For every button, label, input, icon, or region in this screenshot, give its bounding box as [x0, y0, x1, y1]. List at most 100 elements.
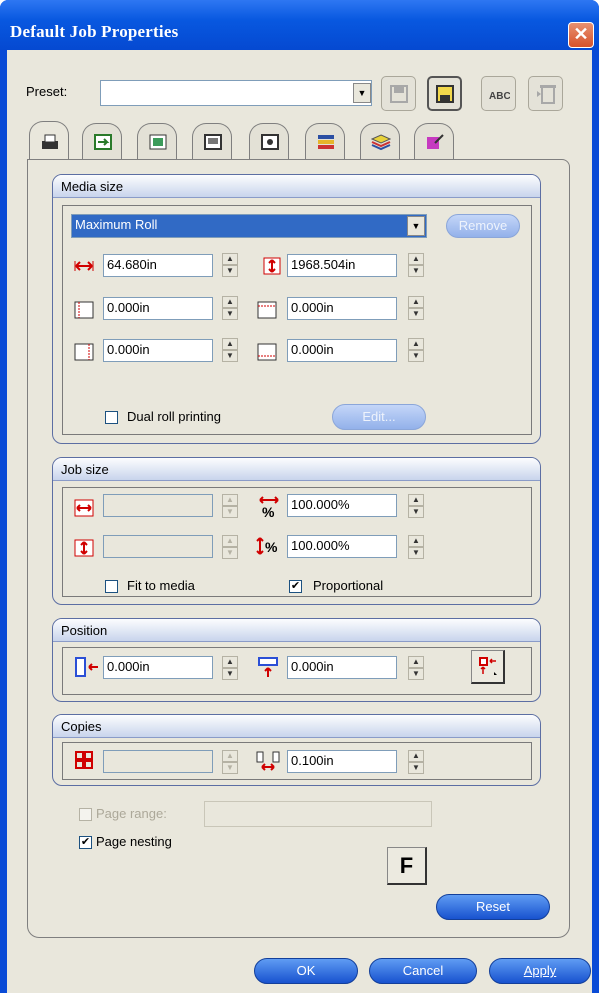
- margin-bottom-icon: [257, 343, 277, 361]
- margin-right-input[interactable]: 0.000in: [103, 339, 213, 362]
- position-title: Position: [61, 623, 108, 638]
- scale-y-spinner[interactable]: ▲ ▼: [408, 535, 424, 560]
- margin-bottom-value: 0.000in: [291, 342, 334, 357]
- tab-layers[interactable]: [360, 123, 400, 159]
- position-y-input[interactable]: 0.000in: [287, 656, 397, 679]
- media-size-title: Media size: [61, 179, 124, 194]
- media-dropdown-arrow[interactable]: ▼: [407, 216, 425, 236]
- copy-spacing-spinner[interactable]: ▲ ▼: [408, 750, 424, 775]
- anchor-icon: [479, 657, 497, 675]
- scale-x-input[interactable]: 100.000%: [287, 494, 397, 517]
- tab-general[interactable]: [29, 121, 69, 161]
- media-size-dropdown[interactable]: Maximum Roll: [71, 214, 427, 238]
- media-height-value: 1968.504in: [291, 257, 356, 272]
- media-width-input[interactable]: 64.680in: [103, 254, 213, 277]
- copy-spacing-input[interactable]: 0.100in: [287, 750, 397, 773]
- tab-stripes[interactable]: [305, 123, 345, 159]
- copies-grid-icon: [75, 751, 93, 769]
- copies-header: Copies: [53, 715, 540, 738]
- tab-color[interactable]: [137, 123, 177, 159]
- copy-spacing-icon: [256, 751, 280, 771]
- rename-preset-button[interactable]: ABC: [481, 76, 516, 111]
- fit-to-media-checkbox[interactable]: [105, 580, 118, 593]
- margin-left-input[interactable]: 0.000in: [103, 297, 213, 320]
- margin-right-value: 0.000in: [107, 342, 150, 357]
- y-offset-icon: [258, 657, 278, 677]
- dual-roll-checkbox[interactable]: [105, 411, 118, 424]
- floppy-icon: [436, 85, 454, 103]
- page-icon: [204, 134, 222, 150]
- media-width-value: 64.680in: [107, 257, 157, 272]
- close-button[interactable]: ✕: [568, 22, 594, 48]
- margin-left-spinner[interactable]: ▲ ▼: [222, 296, 238, 321]
- tab-color-edit[interactable]: [414, 123, 454, 159]
- preset-dropdown-arrow[interactable]: ▼: [353, 83, 371, 103]
- job-height-spinner: ▲ ▼: [222, 535, 238, 560]
- media-size-selected: Maximum Roll: [75, 217, 158, 232]
- position-anchor-button[interactable]: [471, 650, 505, 684]
- tab-layout[interactable]: [82, 123, 122, 159]
- preset-combo[interactable]: [100, 80, 372, 106]
- trash-icon: [537, 85, 556, 104]
- page-range-label: Page range:: [96, 806, 167, 821]
- abc-icon: ABC: [489, 91, 510, 102]
- apply-button[interactable]: Apply: [489, 958, 591, 984]
- proportional-checkmark: ✔: [290, 580, 301, 592]
- page-range-input: [204, 801, 432, 827]
- position-x-input[interactable]: 0.000in: [103, 656, 213, 679]
- save-preset-button[interactable]: [427, 76, 462, 111]
- tab-marks[interactable]: [249, 123, 289, 159]
- nesting-settings-button[interactable]: F: [387, 847, 427, 885]
- media-size-frame: [62, 205, 532, 435]
- position-x-value: 0.000in: [107, 659, 150, 674]
- scale-x-spinner[interactable]: ▲ ▼: [408, 494, 424, 519]
- margin-top-spinner[interactable]: ▲ ▼: [408, 296, 424, 321]
- position-y-value: 0.000in: [291, 659, 334, 674]
- position-x-spinner[interactable]: ▲ ▼: [222, 656, 238, 681]
- margin-right-icon: [74, 343, 94, 361]
- scale-width-icon: %: [259, 496, 279, 518]
- margin-bottom-input[interactable]: 0.000in: [287, 339, 397, 362]
- cancel-button[interactable]: Cancel: [369, 958, 477, 984]
- dual-roll-label: Dual roll printing: [127, 409, 221, 424]
- margin-top-value: 0.000in: [291, 300, 334, 315]
- position-header: Position: [53, 619, 540, 642]
- margin-bottom-spinner[interactable]: ▲ ▼: [408, 338, 424, 363]
- scale-height-icon: %: [256, 537, 278, 555]
- image-icon: [149, 134, 167, 150]
- margin-top-icon: [257, 301, 277, 319]
- job-height-input: [103, 535, 213, 558]
- margin-left-value: 0.000in: [107, 300, 150, 315]
- crop-marks-icon: [261, 134, 279, 150]
- copy-spacing-value: 0.100in: [291, 753, 334, 768]
- floppy-icon: [390, 85, 408, 103]
- job-size-header: Job size: [53, 458, 540, 481]
- width-arrow-icon: [74, 261, 94, 271]
- job-size-title: Job size: [61, 462, 109, 477]
- tab-print[interactable]: [192, 123, 232, 159]
- margin-right-spinner[interactable]: ▲ ▼: [222, 338, 238, 363]
- layout-icon: [94, 134, 112, 150]
- margin-top-input[interactable]: 0.000in: [287, 297, 397, 320]
- position-y-spinner[interactable]: ▲ ▼: [408, 656, 424, 681]
- media-height-spinner[interactable]: ▲ ▼: [408, 253, 424, 278]
- job-width-spinner: ▲ ▼: [222, 494, 238, 519]
- scale-y-value: 100.000%: [291, 538, 350, 553]
- page-nesting-checkbox[interactable]: ✔: [79, 836, 92, 849]
- scale-y-input[interactable]: 100.000%: [287, 535, 397, 558]
- save-preset-disabled-button: [381, 76, 416, 111]
- svg-text:ABC: ABC: [489, 91, 510, 102]
- job-width-icon: [74, 499, 94, 517]
- page-nesting-checkmark: ✔: [80, 836, 91, 848]
- media-height-input[interactable]: 1968.504in: [287, 254, 397, 277]
- copies-title: Copies: [61, 719, 102, 734]
- reset-button[interactable]: Reset: [436, 894, 550, 920]
- edit-button: Edit...: [332, 404, 426, 430]
- copies-count-spinner: ▲ ▼: [222, 750, 238, 775]
- window-title: Default Job Properties: [10, 22, 179, 41]
- ok-button[interactable]: OK: [254, 958, 358, 984]
- proportional-checkbox[interactable]: ✔: [289, 580, 302, 593]
- height-arrow-icon: [263, 257, 281, 275]
- media-width-spinner[interactable]: ▲ ▼: [222, 253, 238, 278]
- printer-icon: [42, 134, 58, 149]
